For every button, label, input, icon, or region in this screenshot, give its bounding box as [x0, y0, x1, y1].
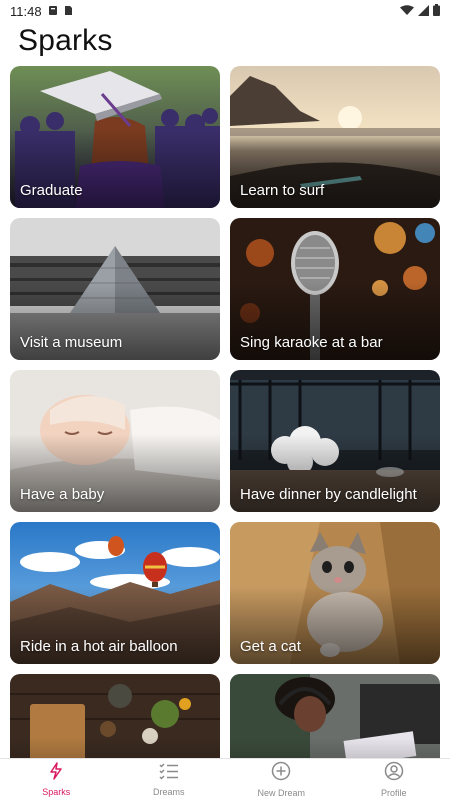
spark-card-cooking[interactable] [10, 674, 220, 758]
spark-card-learn-to-surf[interactable]: Learn to surf [230, 66, 440, 208]
nav-profile-label: Profile [380, 788, 407, 798]
spark-card-visit-a-museum[interactable]: Visit a museum [10, 218, 220, 360]
page-title: Sparks [18, 24, 113, 57]
card-label: Learn to surf [240, 182, 325, 199]
spark-card-have-dinner-by-candlelight[interactable]: Have dinner by candlelight [230, 370, 440, 512]
notification-icon [48, 4, 58, 19]
status-bar: 11:48 [0, 0, 450, 22]
bottom-navigation: Sparks Dreams New Dream Profile [0, 758, 450, 800]
list-icon [159, 762, 179, 785]
card-shade [230, 737, 440, 758]
spark-card-ride-in-a-hot-air-balloon[interactable]: Ride in a hot air balloon [10, 522, 220, 664]
spark-card-sing-karaoke-at-a-bar[interactable]: Sing karaoke at a bar [230, 218, 440, 360]
nav-new-dream-label: New Dream [257, 788, 305, 798]
add-circle-icon [271, 761, 291, 786]
profile-icon [384, 761, 404, 786]
battery-icon [433, 3, 440, 19]
sparks-grid: Graduate Learn to surf Visit a museum Si… [0, 66, 450, 758]
nav-sparks-label: Sparks [42, 787, 71, 797]
wifi-icon [400, 4, 414, 19]
nav-sparks[interactable]: Sparks [0, 759, 113, 800]
status-time: 11:48 [10, 3, 42, 19]
spark-card-get-a-cat[interactable]: Get a cat [230, 522, 440, 664]
signal-icon [418, 4, 429, 19]
spark-card-have-a-baby[interactable]: Have a baby [10, 370, 220, 512]
card-label: Sing karaoke at a bar [240, 334, 383, 351]
nav-dreams[interactable]: Dreams [113, 759, 226, 800]
card-label: Have dinner by candlelight [240, 486, 417, 503]
card-label: Get a cat [240, 638, 301, 655]
spark-card-graduate[interactable]: Graduate [10, 66, 220, 208]
sparks-icon [47, 762, 65, 785]
nav-profile[interactable]: Profile [338, 759, 450, 800]
sim-icon [64, 4, 73, 19]
nav-new-dream[interactable]: New Dream [225, 759, 338, 800]
nav-dreams-label: Dreams [152, 787, 185, 797]
card-shade [10, 737, 220, 758]
card-label: Visit a museum [20, 334, 123, 351]
card-label: Have a baby [20, 486, 105, 503]
card-label: Graduate [20, 182, 83, 199]
card-label: Ride in a hot air balloon [20, 638, 178, 655]
spark-card-music[interactable] [230, 674, 440, 758]
